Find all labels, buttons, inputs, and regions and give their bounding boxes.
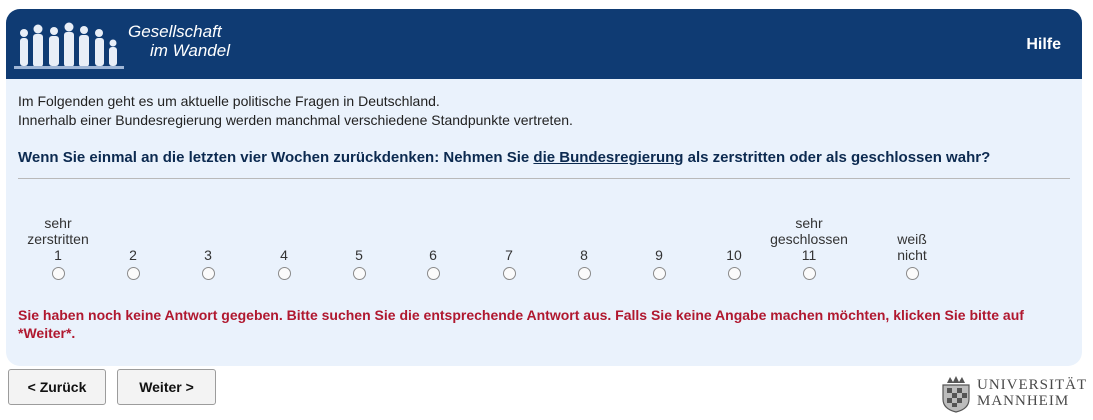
radio-button[interactable] [126,267,140,280]
radio-button[interactable] [277,267,291,280]
question-text: Wenn Sie einmal an die letzten vier Woch… [18,149,990,166]
university-name: UNIVERSITÄT MANNHEIM [977,377,1087,409]
logo-line-1: Gesellschaft [128,22,222,41]
next-button[interactable]: Weiter > [117,369,216,405]
logo-title: Gesellschaft im Wandel [128,22,230,60]
option-label-mid: geschlossen [770,231,848,247]
university-logo: UNIVERSITÄT MANNHEIM [939,373,1087,415]
radio-button[interactable] [652,267,666,280]
radio-button[interactable] [51,267,65,280]
scale-option-11: sehr geschlossen 11 [764,215,854,280]
university-line-1: UNIVERSITÄT [977,377,1088,393]
logo-line-2: im Wandel [150,41,230,60]
option-label-mid: weiß [897,231,927,247]
radio-button[interactable] [727,267,741,280]
university-line-2: MANNHEIM [977,393,1070,409]
radio-button[interactable] [802,267,816,280]
rating-scale: sehr zerstritten 1 2 3 4 5 6 7 8 9 10 se… [6,215,1082,287]
divider [18,178,1070,179]
question-part-2: als zerstritten oder als geschlossen wah… [683,149,991,166]
help-link[interactable]: Hilfe [1026,36,1061,54]
people-silhouettes-icon [14,22,124,69]
radio-button[interactable] [201,267,215,280]
header-bar: Gesellschaft im Wandel Hilfe [6,9,1082,79]
option-label-top: sehr [795,215,823,231]
radio-button[interactable] [502,267,516,280]
back-button[interactable]: < Zurück [8,369,106,405]
error-message: Sie haben noch keine Antwort gegeben. Bi… [18,307,1024,341]
question-link-bundesregierung[interactable]: die Bundesregierung [533,149,683,166]
intro-line-1: Im Folgenden geht es um aktuelle politis… [18,93,440,109]
survey-card: Gesellschaft im Wandel Hilfe Im Folgende… [6,9,1082,366]
university-crest-icon [942,376,970,413]
radio-button[interactable] [426,267,440,280]
radio-button[interactable] [577,267,591,280]
radio-button[interactable] [352,267,366,280]
option-number: 11 [801,247,817,263]
intro-line-2: Innerhalb einer Bundesregierung werden m… [18,112,573,128]
scale-option-dont-know: weiß nicht [867,215,957,280]
intro-text: Im Folgenden geht es um aktuelle politis… [18,92,573,130]
question-part-1: Wenn Sie einmal an die letzten vier Woch… [18,149,534,166]
radio-button[interactable] [905,267,919,280]
option-number: nicht [897,247,927,263]
